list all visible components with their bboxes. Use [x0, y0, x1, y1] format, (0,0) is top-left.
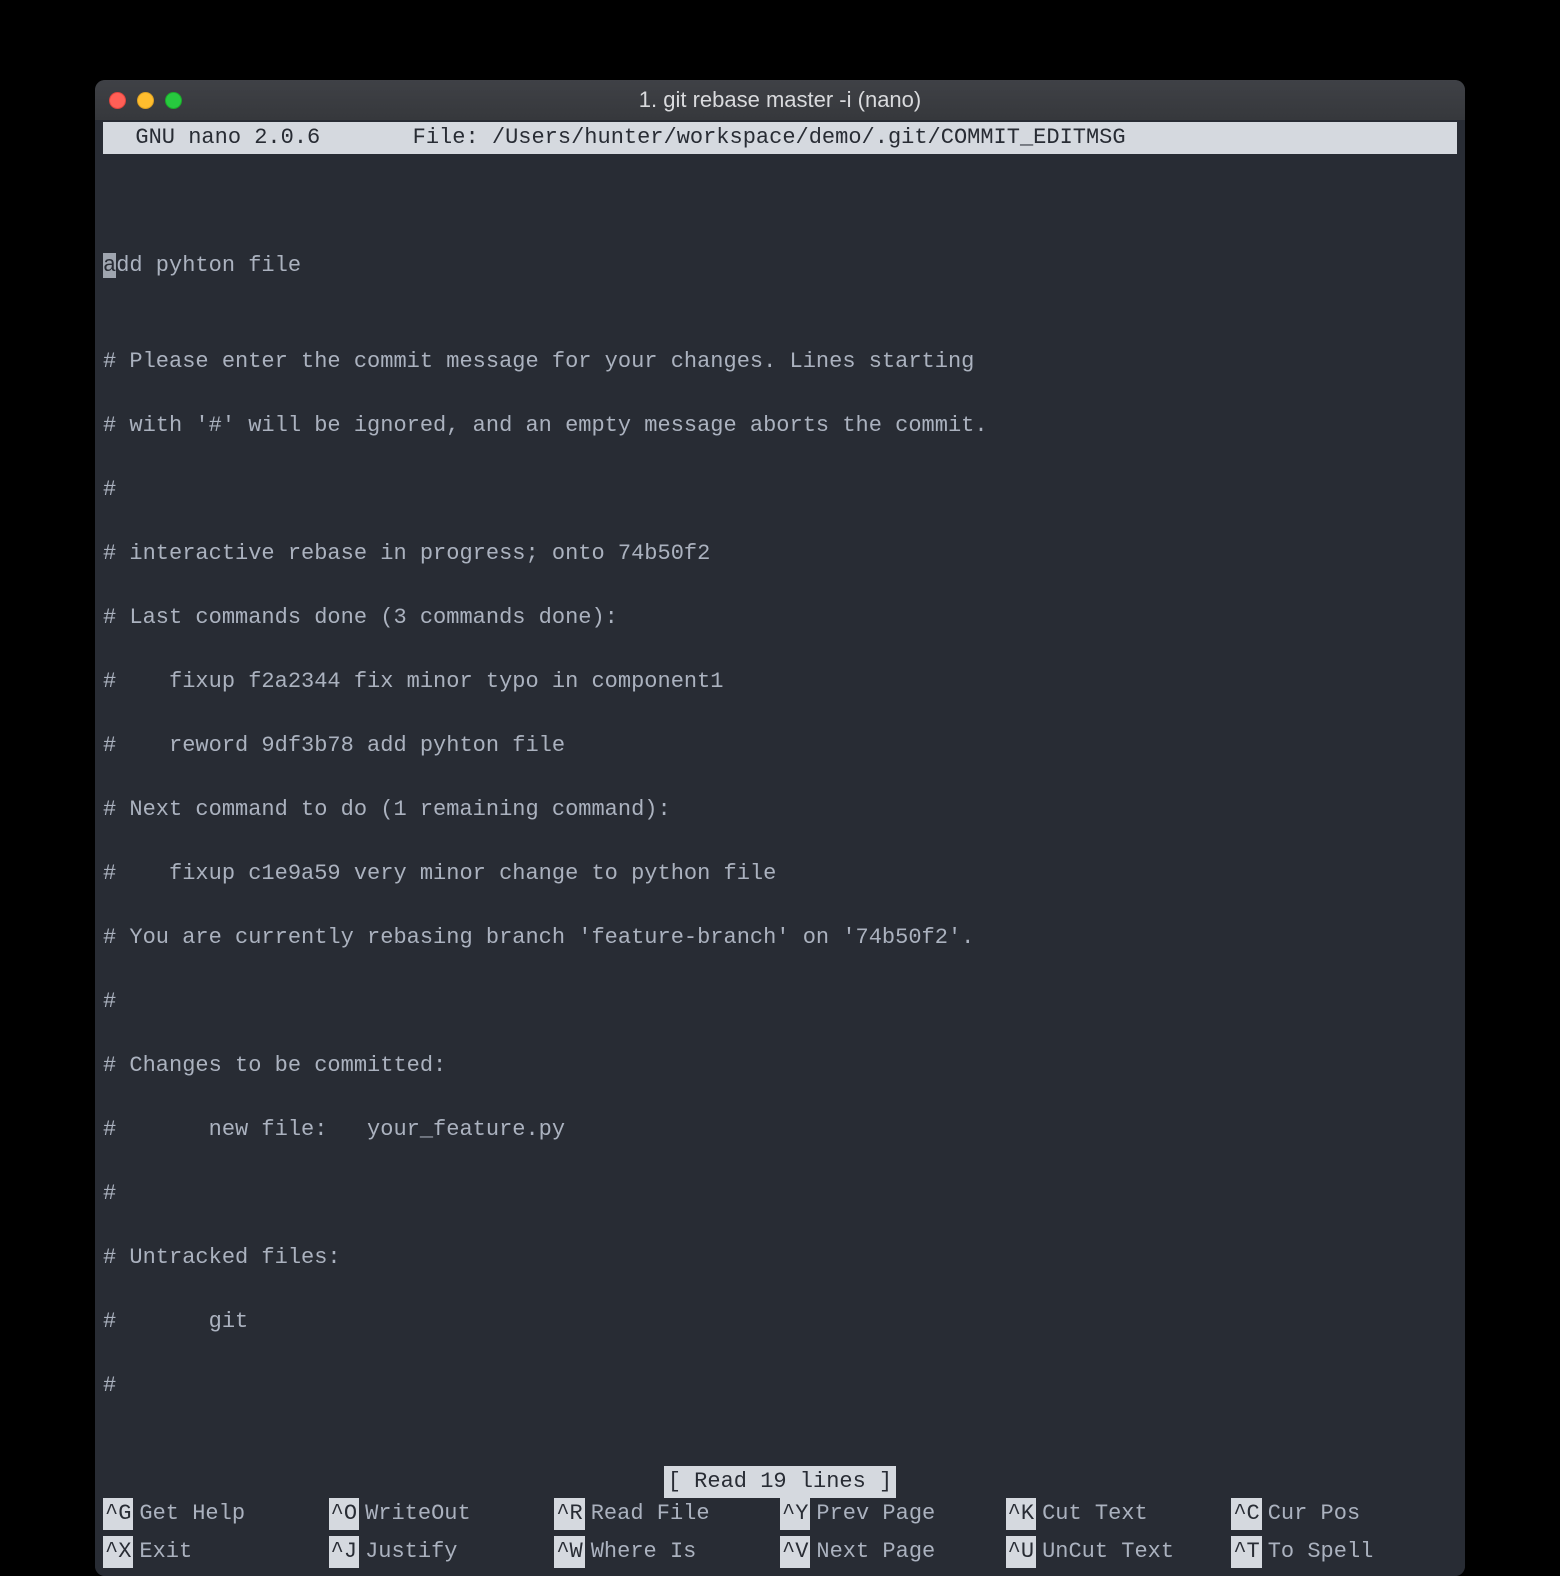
blank-line: [103, 186, 1457, 218]
shortcut-label: Prev Page: [816, 1498, 935, 1530]
editor-line: # new file: your_feature.py: [103, 1114, 1457, 1146]
editor-line: # with '#' will be ignored, and an empty…: [103, 410, 1457, 442]
key-label: ^X: [103, 1536, 133, 1568]
status-text: [ Read 19 lines ]: [664, 1466, 896, 1498]
editor-line: #: [103, 1370, 1457, 1402]
minimize-icon[interactable]: [137, 92, 154, 109]
editor-line: # interactive rebase in progress; onto 7…: [103, 538, 1457, 570]
editor-line: # Next command to do (1 remaining comman…: [103, 794, 1457, 826]
editor-line: # Untracked files:: [103, 1242, 1457, 1274]
editor-line: # Changes to be committed:: [103, 1050, 1457, 1082]
key-label: ^W: [554, 1536, 584, 1568]
shortcut-exit[interactable]: ^XExit: [103, 1536, 329, 1568]
key-label: ^K: [1006, 1498, 1036, 1530]
shortcut-label: Cut Text: [1042, 1498, 1148, 1530]
shortcut-next-page[interactable]: ^VNext Page: [780, 1536, 1006, 1568]
editor-line: #: [103, 1178, 1457, 1210]
editor-area[interactable]: add pyhton file # Please enter the commi…: [95, 154, 1465, 1466]
nano-header: GNU nano 2.0.6 File: /Users/hunter/works…: [103, 122, 1457, 154]
shortcut-label: Get Help: [139, 1498, 245, 1530]
shortcut-label: Cur Pos: [1268, 1498, 1360, 1530]
shortcut-row-2: ^XExit ^JJustify ^WWhere Is ^VNext Page …: [95, 1536, 1465, 1574]
nano-file-path: /Users/hunter/workspace/demo/.git/COMMIT…: [492, 125, 1126, 150]
traffic-lights: [109, 92, 182, 109]
editor-line: # git: [103, 1306, 1457, 1338]
shortcut-to-spell[interactable]: ^TTo Spell: [1231, 1536, 1457, 1568]
shortcut-label: Read File: [591, 1498, 710, 1530]
titlebar: 1. git rebase master -i (nano): [95, 80, 1465, 120]
editor-line: # You are currently rebasing branch 'fea…: [103, 922, 1457, 954]
key-label: ^R: [554, 1498, 584, 1530]
key-label: ^C: [1231, 1498, 1261, 1530]
terminal-window: 1. git rebase master -i (nano) GNU nano …: [95, 80, 1465, 1576]
shortcut-label: UnCut Text: [1042, 1536, 1174, 1568]
editor-line: #: [103, 474, 1457, 506]
editor-line: # Please enter the commit message for yo…: [103, 346, 1457, 378]
key-label: ^Y: [780, 1498, 810, 1530]
key-label: ^O: [329, 1498, 359, 1530]
editor-line: #: [103, 986, 1457, 1018]
shortcut-uncut-text[interactable]: ^UUnCut Text: [1006, 1536, 1232, 1568]
shortcut-row-1: ^GGet Help ^OWriteOut ^RRead File ^YPrev…: [95, 1498, 1465, 1536]
editor-line: # Last commands done (3 commands done):: [103, 602, 1457, 634]
key-label: ^T: [1231, 1536, 1261, 1568]
shortcut-label: Exit: [139, 1536, 192, 1568]
shortcut-cur-pos[interactable]: ^CCur Pos: [1231, 1498, 1457, 1530]
maximize-icon[interactable]: [165, 92, 182, 109]
shortcut-label: To Spell: [1268, 1536, 1374, 1568]
cursor: a: [103, 253, 116, 278]
key-label: ^U: [1006, 1536, 1036, 1568]
shortcut-get-help[interactable]: ^GGet Help: [103, 1498, 329, 1530]
shortcut-label: Next Page: [816, 1536, 935, 1568]
shortcut-justify[interactable]: ^JJustify: [329, 1536, 555, 1568]
close-icon[interactable]: [109, 92, 126, 109]
nano-file-label: File:: [413, 125, 479, 150]
nano-header-gap: [320, 125, 412, 150]
shortcut-cut-text[interactable]: ^KCut Text: [1006, 1498, 1232, 1530]
key-label: ^G: [103, 1498, 133, 1530]
shortcut-prev-page[interactable]: ^YPrev Page: [780, 1498, 1006, 1530]
commit-msg-text: dd pyhton file: [116, 253, 301, 278]
terminal-body[interactable]: GNU nano 2.0.6 File: /Users/hunter/works…: [95, 120, 1465, 1576]
shortcut-read-file[interactable]: ^RRead File: [554, 1498, 780, 1530]
key-label: ^J: [329, 1536, 359, 1568]
key-label: ^V: [780, 1536, 810, 1568]
nano-app-version: GNU nano 2.0.6: [109, 125, 320, 150]
editor-line: # fixup c1e9a59 very minor change to pyt…: [103, 858, 1457, 890]
commit-msg-line[interactable]: add pyhton file: [103, 250, 1457, 282]
editor-line: # fixup f2a2344 fix minor typo in compon…: [103, 666, 1457, 698]
shortcut-where-is[interactable]: ^WWhere Is: [554, 1536, 780, 1568]
editor-line: # reword 9df3b78 add pyhton file: [103, 730, 1457, 762]
shortcut-label: Where Is: [591, 1536, 697, 1568]
status-bar: [ Read 19 lines ]: [95, 1466, 1465, 1498]
shortcut-label: WriteOut: [365, 1498, 471, 1530]
shortcut-label: Justify: [365, 1536, 457, 1568]
window-title: 1. git rebase master -i (nano): [95, 87, 1465, 113]
shortcut-writeout[interactable]: ^OWriteOut: [329, 1498, 555, 1530]
